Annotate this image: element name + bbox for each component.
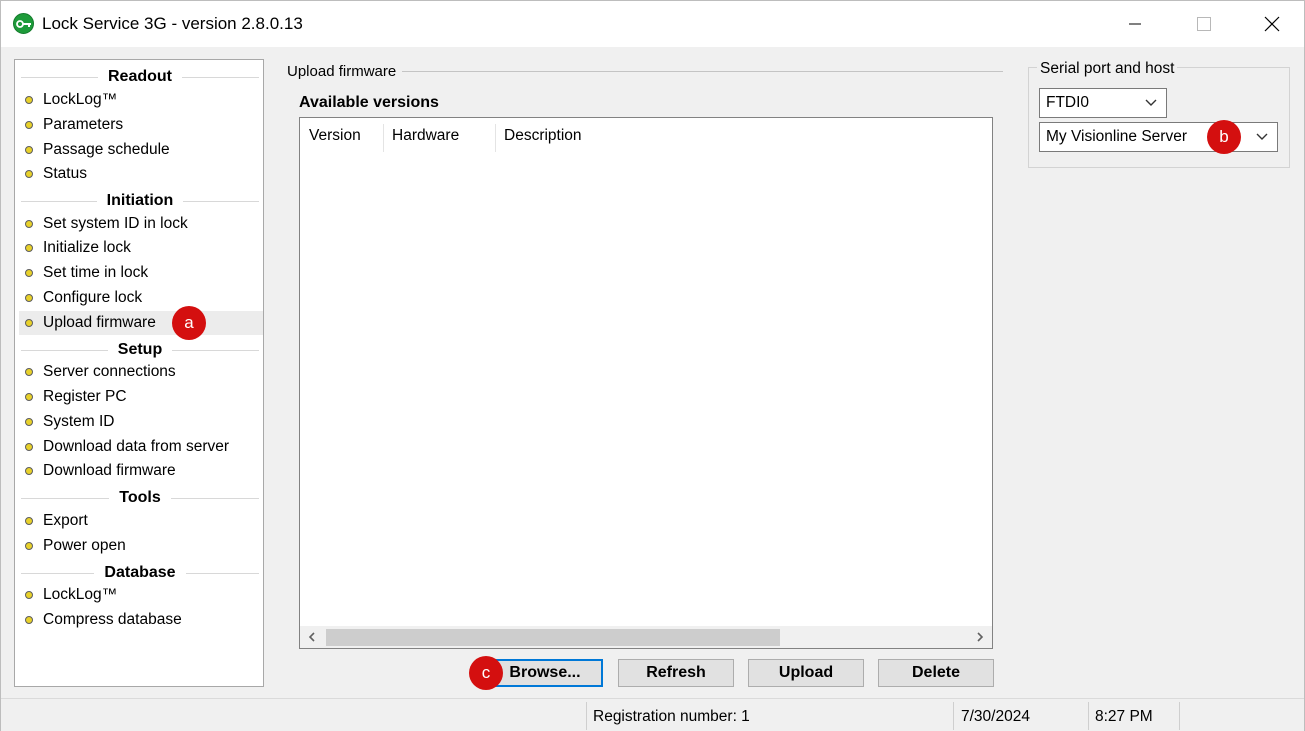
chevron-down-icon — [1256, 133, 1268, 140]
nav-item-power-open[interactable]: Power open — [19, 534, 263, 558]
refresh-button[interactable]: Refresh — [618, 659, 734, 687]
nav-item-db-locklog[interactable]: LockLog™ — [19, 583, 263, 607]
nav-header-database: Database — [21, 563, 259, 583]
scroll-left-button[interactable] — [300, 626, 324, 648]
bullet-icon — [25, 96, 33, 104]
nav-panel: Readout LockLog™ Parameters Passage sche… — [14, 59, 264, 687]
upload-firmware-group-title: Upload firmware — [287, 63, 403, 80]
column-header-hardware[interactable]: Hardware — [383, 118, 495, 154]
annotation-marker-b: b — [1207, 120, 1241, 154]
available-versions-title: Available versions — [299, 94, 439, 111]
nav-item-download-data[interactable]: Download data from server — [19, 435, 263, 459]
bullet-icon — [25, 121, 33, 129]
host-select[interactable]: My Visionline Server — [1039, 122, 1278, 152]
bullet-icon — [25, 146, 33, 154]
serial-port-group-title: Serial port and host — [1037, 60, 1178, 78]
status-separator — [1179, 702, 1180, 730]
group-divider — [401, 71, 1003, 72]
serial-port-select[interactable]: FTDI0 — [1039, 88, 1167, 118]
nav-item-server-connections[interactable]: Server connections — [19, 360, 263, 384]
nav-item-locklog[interactable]: LockLog™ — [19, 88, 263, 112]
nav-item-set-time[interactable]: Set time in lock — [19, 261, 263, 285]
nav-item-parameters[interactable]: Parameters — [19, 113, 263, 137]
column-header-description[interactable]: Description — [495, 118, 695, 154]
delete-button[interactable]: Delete — [878, 659, 994, 687]
bullet-icon — [25, 443, 33, 451]
nav-item-initialize-lock[interactable]: Initialize lock — [19, 236, 263, 260]
nav-item-set-system-id[interactable]: Set system ID in lock — [19, 212, 263, 236]
bullet-icon — [25, 170, 33, 178]
window-title: Lock Service 3G - version 2.8.0.13 — [42, 14, 303, 33]
host-value: My Visionline Server — [1046, 128, 1187, 145]
nav-item-passage-schedule[interactable]: Passage schedule — [19, 138, 263, 162]
close-icon — [1264, 16, 1280, 32]
status-time: 8:27 PM — [1095, 708, 1153, 725]
nav-item-upload-firmware[interactable]: Upload firmware — [19, 311, 263, 335]
nav-item-download-firmware[interactable]: Download firmware — [19, 459, 263, 483]
nav-header-readout: Readout — [21, 67, 259, 87]
bullet-icon — [25, 294, 33, 302]
nav-header-setup: Setup — [21, 340, 259, 360]
chevron-down-icon — [1145, 99, 1157, 106]
bullet-icon — [25, 517, 33, 525]
bullet-icon — [25, 319, 33, 327]
scrollbar-thumb[interactable] — [326, 629, 780, 646]
browse-button[interactable]: Browse... — [487, 659, 603, 687]
scroll-right-button[interactable] — [968, 626, 992, 648]
status-bar: Registration number: 1 7/30/2024 8:27 PM — [1, 698, 1304, 731]
bullet-icon — [25, 591, 33, 599]
bullet-icon — [25, 368, 33, 376]
chevron-left-icon — [308, 632, 315, 642]
bullet-icon — [25, 616, 33, 624]
key-app-icon — [13, 13, 34, 34]
close-button[interactable] — [1249, 1, 1295, 47]
upload-button[interactable]: Upload — [748, 659, 864, 687]
versions-list[interactable]: Version Hardware Description — [299, 117, 993, 649]
bullet-icon — [25, 418, 33, 426]
nav-header-initiation: Initiation — [21, 191, 259, 211]
status-date: 7/30/2024 — [961, 708, 1030, 725]
minimize-button[interactable] — [1112, 1, 1158, 47]
nav-item-configure-lock[interactable]: Configure lock — [19, 286, 263, 310]
nav-item-export[interactable]: Export — [19, 509, 263, 533]
nav-item-register-pc[interactable]: Register PC — [19, 385, 263, 409]
bullet-icon — [25, 393, 33, 401]
status-separator — [586, 702, 587, 730]
maximize-icon — [1197, 17, 1211, 31]
status-separator — [1088, 702, 1089, 730]
nav-header-tools: Tools — [21, 488, 259, 508]
bullet-icon — [25, 542, 33, 550]
column-header-version[interactable]: Version — [300, 118, 383, 154]
annotation-marker-c: c — [469, 656, 503, 690]
bullet-icon — [25, 220, 33, 228]
annotation-marker-a: a — [172, 306, 206, 340]
registration-number: Registration number: 1 — [593, 708, 750, 725]
chevron-right-icon — [977, 632, 984, 642]
maximize-button[interactable] — [1181, 1, 1227, 47]
status-separator — [953, 702, 954, 730]
bullet-icon — [25, 269, 33, 277]
app-window: Lock Service 3G - version 2.8.0.13 Reado… — [0, 0, 1305, 731]
serial-port-value: FTDI0 — [1046, 94, 1090, 111]
nav-item-system-id[interactable]: System ID — [19, 410, 263, 434]
minimize-icon — [1129, 23, 1141, 25]
bullet-icon — [25, 244, 33, 252]
bullet-icon — [25, 467, 33, 475]
horizontal-scrollbar[interactable] — [300, 626, 992, 648]
nav-item-status[interactable]: Status — [19, 162, 263, 186]
nav-item-compress-database[interactable]: Compress database — [19, 608, 263, 632]
title-bar[interactable]: Lock Service 3G - version 2.8.0.13 — [1, 1, 1304, 47]
